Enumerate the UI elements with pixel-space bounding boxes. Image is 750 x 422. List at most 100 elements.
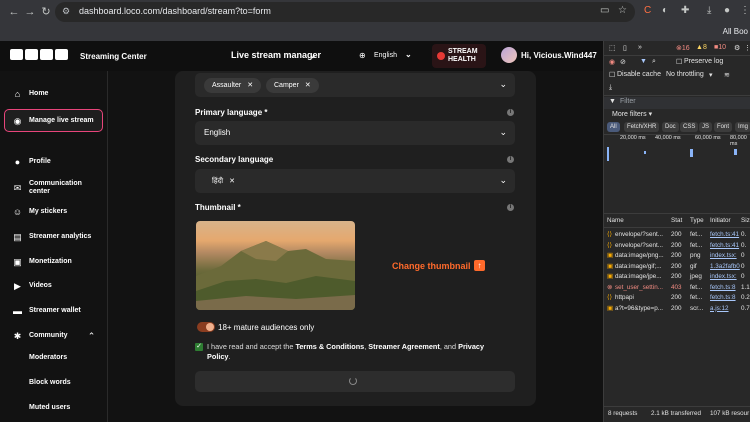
request-initiator[interactable]: fetch.ts:41 [710,231,739,238]
forward-button[interactable]: → [22,4,38,20]
timeline-overview[interactable]: 20,000 ms 40,000 ms 60,000 ms 80,000 ms [604,135,750,191]
request-row[interactable]: ⟨⟩ envelope/?sent... 200 fet... fetch.ts:41 0… [604,230,750,240]
request-initiator[interactable]: 1.3a2fafb0 [710,263,740,270]
request-initiator[interactable]: fetch.ts:8 [710,284,736,291]
kebab-menu-icon[interactable]: ⋮ [740,5,750,16]
sidebar-subitem-moderators[interactable]: Moderators [29,354,67,361]
errors-count[interactable]: ⊗16 [676,44,690,52]
chevron-down-icon[interactable]: ▾ [709,71,713,79]
info-icon[interactable]: i [507,204,514,211]
sidebar-item-communication-center[interactable]: ✉ Communication center [0,175,107,201]
kebab-menu-icon[interactable]: ⋮ [744,44,750,52]
mature-toggle[interactable] [197,322,215,332]
submit-button[interactable] [195,371,515,392]
page-title-chevron-icon[interactable]: ⌄ [309,50,317,61]
request-initiator[interactable]: index.tsx: [710,252,737,259]
language-chevron-icon[interactable]: ⌄ [405,50,412,59]
request-row[interactable]: ⟨⟩ httpapi 200 fet... fetch.ts:8 0.2 [604,293,750,303]
back-button[interactable]: ← [6,4,22,20]
terms-conditions-link[interactable]: Terms & Conditions [295,342,364,351]
stream-health-button[interactable]: STREAM HEALTH [432,44,486,68]
sidebar-item-monetization[interactable]: ▣ Monetization [0,253,107,273]
sidebar-item-profile[interactable]: ● Profile [0,153,107,173]
request-row[interactable]: ⟨⟩ envelope/?sent... 200 fet... fetch.ts:41 0… [604,241,750,251]
info-icon[interactable]: i [507,109,514,116]
tags-select[interactable]: Assaulter ✕ Camper ✕ ⌄ [195,73,515,97]
filter-chip-doc[interactable]: Doc [662,122,679,132]
sidebar-item-videos[interactable]: ▶ Videos [0,277,107,297]
sidebar-item-streamer-wallet[interactable]: ▬ Streamer wallet [0,302,107,322]
site-info-icon[interactable]: ⚙ [62,6,70,17]
download-icon[interactable]: ⤓ [707,5,711,16]
user-greeting[interactable]: Hi, Vicious.Wind447 [521,51,597,60]
filter-icon[interactable]: ▼ [640,58,647,65]
column-size[interactable]: Siz [741,217,750,224]
loco-logo[interactable] [10,47,74,62]
sidebar-item-manage-live-stream[interactable]: ◉ Manage live stream [4,109,103,132]
sidebar-item-home[interactable]: ⌂ Home [0,85,107,105]
language-selector[interactable]: English [374,52,397,59]
primary-language-select[interactable]: English ⌄ [195,121,515,145]
request-row[interactable]: ▣ data:image/gif;... 200 gif 1.3a2fafb0 0 [604,262,750,272]
filter-chip-img[interactable]: Img [735,122,750,132]
preserve-log-checkbox[interactable]: ☐ [676,58,682,66]
request-row[interactable]: ▣ a?t=96&type=p... 200 scr... a.js:12 0.7 [604,304,750,314]
user-avatar[interactable] [501,47,517,63]
filter-chip-css[interactable]: CSS [680,122,699,132]
close-icon[interactable]: ✕ [247,82,253,89]
secondary-language-select[interactable]: हिंदी ✕ ⌄ [195,169,515,193]
column-name[interactable]: Name [607,217,624,224]
issues-count[interactable]: ■10 [714,44,726,51]
more-filters-button[interactable]: More filters ▾ [612,110,652,118]
chevron-down-icon[interactable]: ⌄ [499,79,507,90]
reload-button[interactable]: ↻ [38,4,54,20]
profile-icon[interactable]: ● [724,5,730,16]
wifi-icon[interactable]: ≋ [724,71,730,79]
device-icon[interactable]: ▯ [623,44,627,52]
request-initiator[interactable]: index.tsx: [710,273,737,280]
inspect-icon[interactable]: ⬚ [609,44,616,52]
filter-chip-js[interactable]: JS [699,122,713,132]
chevron-down-icon[interactable]: ⌄ [499,175,507,186]
terms-checkbox[interactable]: ✓ [195,343,203,351]
disable-cache-checkbox[interactable]: ☐ [609,71,615,79]
request-row[interactable]: ⊗ set_user_settin... 403 fet... fetch.ts:8 1.… [604,283,750,293]
install-icon[interactable]: ▭ [600,5,609,16]
warnings-count[interactable]: ▲8 [696,44,707,51]
upload-icon[interactable]: ↑ [474,260,485,271]
request-initiator[interactable]: fetch.ts:8 [710,294,736,301]
bookmark-star-icon[interactable]: ☆ [618,5,627,16]
more-tabs-icon[interactable]: » [638,44,642,51]
close-icon[interactable]: ✕ [305,82,311,89]
extension-icon[interactable]: ◐ [662,5,668,16]
all-bookmarks-link[interactable]: All Boo [723,27,748,36]
filter-chip-fetch[interactable]: Fetch/XHR [624,122,660,132]
record-icon[interactable]: ◉ [609,58,615,66]
request-row[interactable]: ▣ data:image/png... 200 png index.tsx: 0 [604,251,750,261]
sidebar-item-streamer-analytics[interactable]: ▤ Streamer analytics [0,228,107,248]
extension-c-icon[interactable]: C [644,5,651,16]
close-icon[interactable]: ✕ [229,178,235,185]
info-icon[interactable]: i [507,156,514,163]
request-row[interactable]: ▣ data:image/jpe... 200 jpeg index.tsx: 0 [604,272,750,282]
chevron-down-icon[interactable]: ⌄ [499,127,507,138]
address-bar[interactable]: ⚙ dashboard.loco.com/dashboard/stream?to… [55,2,635,22]
column-initiator[interactable]: Initiator [710,217,731,224]
sidebar-subitem-muted-users[interactable]: Muted users [29,404,70,411]
change-thumbnail-button[interactable]: Change thumbnail [392,261,471,271]
column-status[interactable]: Stat [671,217,682,224]
throttling-select[interactable]: No throttling [666,71,704,78]
import-icon[interactable]: ⤓ [609,84,612,92]
sidebar-subitem-block-words[interactable]: Block words [29,379,71,386]
gear-icon[interactable]: ⚙ [734,44,740,52]
request-initiator[interactable]: a.js:12 [710,305,729,312]
request-initiator[interactable]: fetch.ts:41 [710,242,739,249]
clear-icon[interactable]: ⊘ [620,58,626,66]
puzzle-icon[interactable]: ✚ [681,5,689,16]
column-type[interactable]: Type [690,217,704,224]
sidebar-item-my-stickers[interactable]: ☺ My stickers [0,203,107,223]
sidebar-item-community[interactable]: ✱ Community ⌃ [0,327,107,347]
search-icon[interactable]: ⌕ [652,58,656,66]
filter-chip-all[interactable]: All [607,122,620,132]
filter-chip-font[interactable]: Font [714,122,733,132]
